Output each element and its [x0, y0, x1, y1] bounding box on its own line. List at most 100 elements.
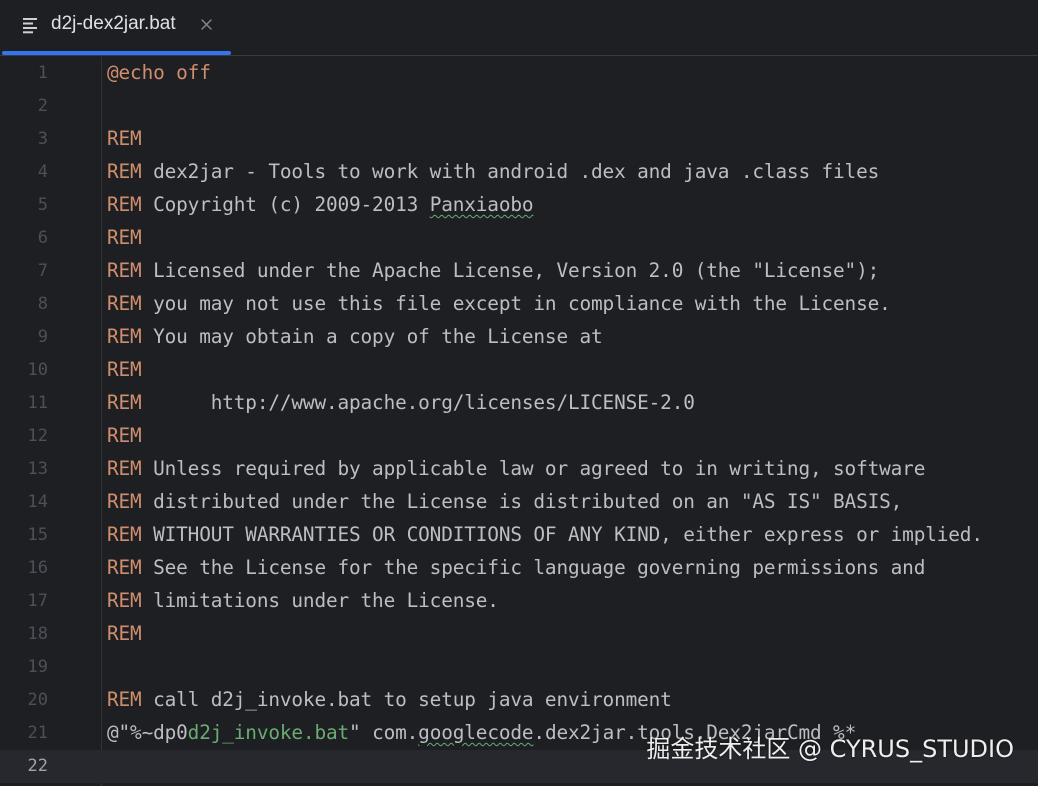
line-number: 13 [27, 459, 48, 479]
line-number: 9 [37, 327, 48, 347]
keyword-token: REM [107, 160, 142, 183]
editor-window: d2j-dex2jar.bat 1 @echo off 2 3 REM 4 REM dex2… [0, 0, 1038, 786]
keyword-token: REM [107, 193, 142, 216]
text-token: WITHOUT WARRANTIES OR CONDITIONS OF ANY … [141, 523, 983, 546]
text-token: Copyright (c) 2009-2013 [141, 193, 430, 216]
code-text: REM Copyright (c) 2009-2013 Panxiaobo [107, 193, 534, 217]
code-text: @echo off [107, 61, 211, 85]
code-line[interactable]: 5 REM Copyright (c) 2009-2013 Panxiaobo [0, 189, 1038, 222]
code-line[interactable]: 13 REM Unless required by applicable law … [0, 453, 1038, 486]
code-line[interactable]: 7 REM Licensed under the Apache License, … [0, 255, 1038, 288]
code-line[interactable]: 9 REM You may obtain a copy of the Licens… [0, 321, 1038, 354]
keyword-token: REM [107, 424, 142, 447]
code-line[interactable]: 19 [0, 651, 1038, 684]
code-text: REM [107, 127, 142, 151]
text-token: Panxiaobo [429, 193, 534, 216]
keyword-token: REM [107, 589, 142, 612]
line-number: 1 [37, 63, 48, 83]
text-token: call d2j_invoke.bat to setup java enviro… [141, 688, 672, 711]
line-number: 10 [27, 360, 48, 380]
code-text: REM Unless required by applicable law or… [107, 457, 925, 481]
code-line[interactable]: 2 [0, 90, 1038, 123]
line-number: 2 [37, 96, 48, 116]
text-token: @"%~dp0 [107, 721, 188, 744]
close-icon[interactable] [198, 16, 216, 34]
line-number: 5 [37, 195, 48, 215]
keyword-token: REM [107, 457, 142, 480]
line-number: 21 [27, 723, 48, 743]
code-text: REM [107, 358, 142, 382]
line-number: 6 [37, 228, 48, 248]
line-number: 15 [27, 525, 48, 545]
code-text: REM [107, 424, 142, 448]
text-token: googlecode [418, 721, 534, 744]
line-number: 19 [27, 657, 48, 677]
keyword-token: REM [107, 127, 142, 150]
active-tab-indicator [2, 51, 231, 55]
code-line[interactable]: 20 REM call d2j_invoke.bat to setup java … [0, 684, 1038, 717]
code-text: REM limitations under the License. [107, 589, 499, 613]
code-line[interactable]: 11 REM http://www.apache.org/licenses/LIC… [0, 387, 1038, 420]
keyword-token: REM [107, 523, 142, 546]
code-line[interactable]: 18 REM [0, 618, 1038, 651]
code-line[interactable]: 3 REM [0, 123, 1038, 156]
keyword-token: @echo off [107, 61, 211, 84]
text-token: You may obtain a copy of the License at [141, 325, 603, 348]
code-text: REM [107, 622, 142, 646]
text-token: distributed under the License is distrib… [141, 490, 903, 513]
keyword-token: REM [107, 358, 142, 381]
line-number: 11 [27, 393, 48, 413]
code-text: REM You may obtain a copy of the License… [107, 325, 603, 349]
line-number: 14 [27, 492, 48, 512]
line-number: 4 [37, 162, 48, 182]
code-text: REM See the License for the specific lan… [107, 556, 925, 580]
line-number: 12 [27, 426, 48, 446]
line-number: 7 [37, 261, 48, 281]
line-number: 20 [27, 690, 48, 710]
text-token: dex2jar - Tools to work with android .de… [141, 160, 880, 183]
code-text: REM dex2jar - Tools to work with android… [107, 160, 879, 184]
keyword-token: REM [107, 622, 142, 645]
line-number: 17 [27, 591, 48, 611]
code-line[interactable]: 1 @echo off [0, 57, 1038, 90]
code-line[interactable]: 16 REM See the License for the specific l… [0, 552, 1038, 585]
line-number: 3 [37, 129, 48, 149]
code-line[interactable]: 14 REM distributed under the License is d… [0, 486, 1038, 519]
text-token: limitations under the License. [141, 589, 499, 612]
keyword-token: REM [107, 259, 142, 282]
code-line[interactable]: 10 REM [0, 354, 1038, 387]
text-token: See the License for the specific languag… [141, 556, 926, 579]
watermark: 掘金技术社区 @ CYRUS_STUDIO [646, 735, 1014, 763]
code-text: REM [107, 226, 142, 250]
text-token: Unless required by applicable law or agr… [141, 457, 926, 480]
tab-d2j-dex2jar-bat[interactable]: d2j-dex2jar.bat [0, 0, 232, 56]
code-text: REM http://www.apache.org/licenses/LICEN… [107, 391, 695, 415]
code-text: REM you may not use this file except in … [107, 292, 891, 316]
keyword-token: REM [107, 688, 142, 711]
text-token: " com. [349, 721, 419, 744]
code-line[interactable]: 8 REM you may not use this file except in… [0, 288, 1038, 321]
string-token: d2j_invoke.bat [187, 721, 350, 744]
keyword-token: REM [107, 292, 142, 315]
tab-label: d2j-dex2jar.bat [51, 13, 176, 34]
code-text: REM WITHOUT WARRANTIES OR CONDITIONS OF … [107, 523, 983, 547]
keyword-token: REM [107, 490, 142, 513]
code-editor[interactable]: 1 @echo off 2 3 REM 4 REM dex2jar - Tools to w… [0, 57, 1038, 786]
code-line[interactable]: 6 REM [0, 222, 1038, 255]
line-number: 18 [27, 624, 48, 644]
line-number: 16 [27, 558, 48, 578]
keyword-token: REM [107, 325, 142, 348]
line-number: 8 [37, 294, 48, 314]
code-line[interactable]: 17 REM limitations under the License. [0, 585, 1038, 618]
keyword-token: REM [107, 226, 142, 249]
keyword-token: REM [107, 391, 142, 414]
code-line[interactable]: 15 REM WITHOUT WARRANTIES OR CONDITIONS O… [0, 519, 1038, 552]
code-line[interactable]: 4 REM dex2jar - Tools to work with androi… [0, 156, 1038, 189]
code-text: REM Licensed under the Apache License, V… [107, 259, 879, 283]
code-text: REM call d2j_invoke.bat to setup java en… [107, 688, 672, 712]
code-text: REM distributed under the License is dis… [107, 490, 902, 514]
line-number: 22 [27, 756, 48, 776]
text-token: http://www.apache.org/licenses/LICENSE-2… [141, 391, 695, 414]
code-line[interactable]: 12 REM [0, 420, 1038, 453]
text-token: Licensed under the Apache License, Versi… [141, 259, 880, 282]
